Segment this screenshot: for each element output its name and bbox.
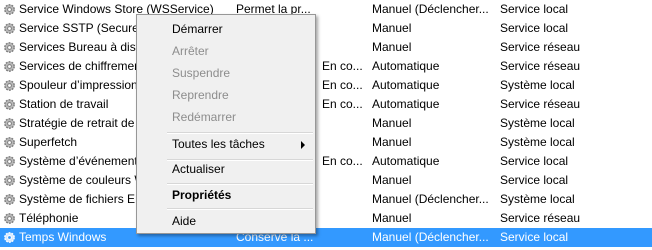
- menu-item-label: Arrêter: [172, 44, 209, 58]
- menu-item-help[interactable]: Aide: [137, 210, 315, 232]
- menu-item-label: Aide: [172, 214, 197, 228]
- gear-icon: [4, 80, 15, 91]
- service-logon-as: Service réseau: [500, 97, 581, 111]
- services-list: Service Windows Store (WSService) Permet…: [0, 0, 652, 247]
- gear-icon: [4, 175, 15, 186]
- service-logon-as: Service réseau: [500, 40, 581, 54]
- menu-item-label: Propriétés: [172, 188, 232, 202]
- service-startup-type: Manuel: [372, 40, 412, 54]
- service-logon-as: Service réseau: [500, 59, 581, 73]
- service-row[interactable]: Station de travail En co... Automatique …: [0, 95, 652, 114]
- service-row[interactable]: Service SSTP (Secure Socket Tunneling Pr…: [0, 19, 652, 38]
- gear-icon: [4, 232, 15, 243]
- menu-item-label: Démarrer: [172, 22, 223, 36]
- service-startup-type: Automatique: [372, 78, 440, 92]
- service-logon-as: Service réseau: [500, 211, 581, 225]
- service-row[interactable]: Système d’événement COM+ En co... Automa…: [0, 152, 652, 171]
- menu-item-pause: Suspendre: [137, 62, 315, 84]
- service-startup-type: Manuel: [372, 116, 412, 130]
- service-startup-type: Manuel (Déclencher...: [372, 230, 489, 244]
- menu-item-label: Toutes les tâches: [172, 137, 265, 151]
- service-row[interactable]: Système de couleurs Windows Manuel Servi…: [0, 171, 652, 190]
- service-status: En co...: [322, 154, 363, 168]
- gear-icon: [4, 194, 15, 205]
- service-logon-as: Service local: [500, 173, 569, 187]
- service-logon-as: Service local: [500, 21, 569, 35]
- service-startup-type: Manuel (Déclencher...: [372, 2, 489, 16]
- gear-icon: [4, 137, 15, 148]
- gear-icon: [4, 213, 15, 224]
- service-status: En co...: [322, 78, 363, 92]
- menu-item-label: Redémarrer: [172, 110, 237, 124]
- service-startup-type: Manuel: [372, 21, 412, 35]
- service-status: En co...: [322, 97, 363, 111]
- menu-item-label: Suspendre: [172, 66, 231, 80]
- service-logon-as: Service local: [500, 230, 569, 244]
- gear-icon: [4, 42, 15, 53]
- service-startup-type: Automatique: [372, 59, 440, 73]
- service-row[interactable]: Services de chiffrement En co... Automat…: [0, 57, 652, 76]
- service-logon-as: Service local: [500, 154, 569, 168]
- menu-item-label: Actualiser: [172, 162, 225, 176]
- context-menu: Démarrer Arrêter Suspendre Reprendre Red…: [136, 14, 316, 234]
- gear-icon: [4, 118, 15, 129]
- gear-icon: [4, 4, 15, 15]
- service-startup-type: Manuel (Déclencher...: [372, 192, 489, 206]
- menu-item-resume: Reprendre: [137, 84, 315, 106]
- menu-item-properties[interactable]: Propriétés: [137, 184, 315, 206]
- gear-icon: [4, 61, 15, 72]
- service-row-selected[interactable]: Temps Windows Conserve la ... Manuel (Dé…: [0, 228, 652, 247]
- service-row[interactable]: Téléphonie Manuel Service réseau: [0, 209, 652, 228]
- gear-icon: [4, 99, 15, 110]
- service-row[interactable]: Service Windows Store (WSService) Permet…: [0, 0, 652, 19]
- gear-icon: [4, 23, 15, 34]
- chevron-right-icon: [301, 141, 305, 149]
- service-row[interactable]: Services Bureau à distance Manuel Servic…: [0, 38, 652, 57]
- service-logon-as: Système local: [500, 116, 575, 130]
- service-row[interactable]: Système de fichiers EFS Manuel (Déclench…: [0, 190, 652, 209]
- service-startup-type: Manuel: [372, 173, 412, 187]
- service-startup-type: Automatique: [372, 154, 440, 168]
- service-row[interactable]: Spouleur d’impression En co... Automatiq…: [0, 76, 652, 95]
- menu-item-start[interactable]: Démarrer: [137, 18, 315, 40]
- service-logon-as: Système local: [500, 192, 575, 206]
- menu-item-label: Reprendre: [172, 88, 229, 102]
- service-startup-type: Automatique: [372, 97, 440, 111]
- menu-item-all-tasks[interactable]: Toutes les tâches: [137, 133, 315, 155]
- service-status: En co...: [322, 59, 363, 73]
- service-row[interactable]: Superfetch Manuel Système local: [0, 133, 652, 152]
- menu-item-stop: Arrêter: [137, 40, 315, 62]
- service-row[interactable]: Stratégie de retrait de la carte à puce …: [0, 114, 652, 133]
- gear-icon: [4, 156, 15, 167]
- service-logon-as: Système local: [500, 135, 575, 149]
- service-logon-as: Système local: [500, 78, 575, 92]
- service-startup-type: Manuel: [372, 135, 412, 149]
- service-logon-as: Service local: [500, 2, 569, 16]
- menu-item-restart: Redémarrer: [137, 106, 315, 128]
- menu-item-refresh[interactable]: Actualiser: [137, 158, 315, 180]
- service-startup-type: Manuel: [372, 211, 412, 225]
